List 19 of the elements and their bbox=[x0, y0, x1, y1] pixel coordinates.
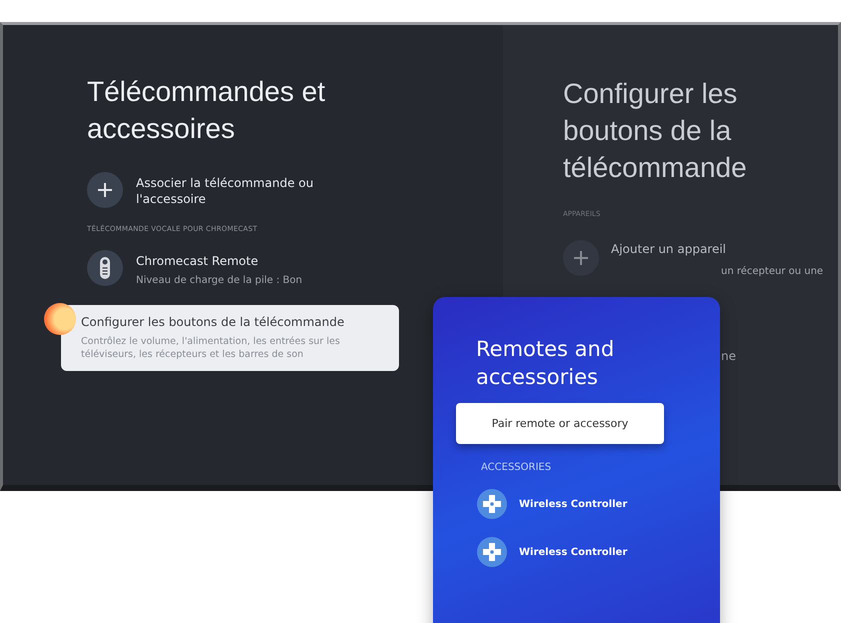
plus-icon bbox=[87, 172, 123, 208]
focus-dot bbox=[44, 303, 76, 335]
panel-title: Télécommandes et accessoires bbox=[87, 75, 326, 146]
gamepad-icon bbox=[477, 489, 507, 519]
remote-icon bbox=[87, 250, 123, 286]
accessory-item[interactable]: Wireless Controller bbox=[477, 489, 720, 519]
menu-item-title: Ajouter un appareil bbox=[611, 241, 726, 256]
card-title: Remotes and accessories bbox=[475, 336, 616, 391]
accessory-item[interactable]: Wireless Controller bbox=[477, 537, 720, 567]
menu-item[interactable]: Associer la télécommande ou l'accessoire bbox=[87, 169, 503, 211]
menu-item-title: ne bbox=[721, 349, 737, 363]
menu-item[interactable]: Configurer les boutons de la télécommande Contrôlez le volume, l'alimentation, les entrées sur les téléviseurs, les récepteurs et les barres de son bbox=[61, 305, 399, 371]
plus-icon bbox=[563, 240, 599, 276]
menu-item[interactable]: Chromecast Remote Niveau de charge de la pile : Bon bbox=[87, 247, 503, 291]
menu-item-subtitle: un récepteur ou une bbox=[721, 266, 824, 277]
panel-title: Configurer les boutons de la télécommande bbox=[563, 77, 748, 185]
gamepad-icon bbox=[477, 537, 507, 567]
pair-button[interactable]: Pair remote or accessory bbox=[456, 403, 664, 444]
section-header: ACCESSORIES bbox=[481, 462, 552, 473]
